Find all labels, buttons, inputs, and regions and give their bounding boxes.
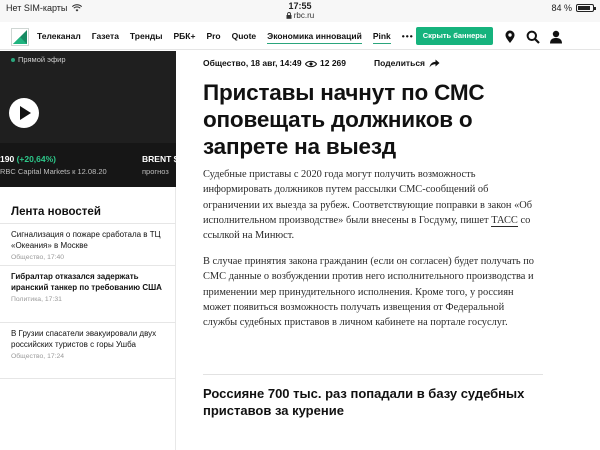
hide-banners-button[interactable]: Скрыть баннеры <box>416 27 493 45</box>
address-url[interactable]: rbc.ru <box>0 11 600 20</box>
nav-links: Телеканал Газета Тренды РБК+ Pro Quote Экономи… <box>37 31 414 44</box>
play-button[interactable] <box>9 98 39 128</box>
news-feed-item-meta: Политика, 17:31 <box>11 296 62 303</box>
related-article-link[interactable]: Россияне 700 тыс. раз попадали в базу су… <box>203 385 543 419</box>
quote2-value: BRENT $ <box>142 154 176 164</box>
search-icon[interactable] <box>526 30 540 44</box>
quote-value: 190 (+20,64%) <box>0 154 56 164</box>
quote1-change: (+20,64%) <box>16 154 57 164</box>
news-feed-item-title[interactable]: В Грузии спасатели эвакуировали двух рос… <box>11 329 165 350</box>
news-feed-title: Лента новостей <box>11 206 101 218</box>
site-navbar: Телеканал Газета Тренды РБК+ Pro Quote Экономи… <box>0 22 600 50</box>
quote1-number: 190 <box>0 154 15 164</box>
left-sidebar: Прямой эфир 190 (+20,64%) RBC Capital Ma… <box>0 51 176 450</box>
view-count-text: 12 269 <box>320 58 346 68</box>
lock-icon <box>286 12 292 19</box>
tass-link[interactable]: ТАСС <box>491 214 518 227</box>
feed-end-divider <box>0 378 176 379</box>
news-feed-list: Сигнализация о пожаре сработала в ТЦ «Ок… <box>0 223 176 379</box>
rbc-logo[interactable] <box>11 28 29 46</box>
location-pin-icon[interactable] <box>503 30 517 44</box>
share-label[interactable]: Поделиться <box>374 58 425 68</box>
url-text[interactable]: rbc.ru <box>294 11 314 20</box>
quote2-source: прогноз <box>142 167 169 176</box>
nav-link-1[interactable]: Газета <box>92 31 119 44</box>
logo-mark-icon <box>13 30 27 44</box>
nav-link-6[interactable]: Экономика инноваций <box>267 31 362 44</box>
view-count: 12 269 <box>305 58 346 68</box>
nav-link-2[interactable]: Тренды <box>130 31 163 44</box>
live-label: Прямой эфир <box>11 55 66 64</box>
battery-percent: 84 % <box>551 3 572 13</box>
news-feed-item[interactable]: В Грузии спасатели эвакуировали двух рос… <box>0 322 176 378</box>
live-video-player[interactable]: Прямой эфир <box>0 51 176 143</box>
eye-icon <box>305 60 317 68</box>
divider <box>203 374 543 375</box>
live-label-text: Прямой эфир <box>18 55 66 64</box>
ios-status-bar: Нет SIM-карты 17:55 rbc.ru 84 % <box>0 0 600 22</box>
article-paragraph-1: Судебные приставы с 2020 года могут полу… <box>203 167 538 243</box>
nav-link-5[interactable]: Quote <box>232 31 257 44</box>
clock: 17:55 <box>288 1 312 11</box>
nav-link-0[interactable]: Телеканал <box>37 31 81 44</box>
news-feed-item[interactable]: Гибралтар отказался задержать иранский т… <box>0 265 176 322</box>
user-icon[interactable] <box>549 30 563 44</box>
nav-link-3[interactable]: РБК+ <box>174 31 196 44</box>
nav-link-7[interactable]: Pink <box>372 31 391 44</box>
article-meta: Общество, 18 авг, 14:49 <box>203 58 302 68</box>
live-dot-icon <box>11 58 15 63</box>
quote1-source: RBC Capital Markets к 12.08.20 <box>0 167 107 176</box>
news-feed-item-title[interactable]: Сигнализация о пожаре сработала в ТЦ «Ок… <box>11 230 165 251</box>
share-arrow-icon <box>429 59 440 68</box>
nav-link-4[interactable]: Pro <box>206 31 220 44</box>
battery-fill <box>578 6 590 10</box>
news-feed-item[interactable]: Сигнализация о пожаре сработала в ТЦ «Ок… <box>0 223 176 265</box>
market-quotes[interactable]: 190 (+20,64%) RBC Capital Markets к 12.0… <box>0 143 176 187</box>
article-paragraph-2: В случае принятия закона гражданин (если… <box>203 256 534 329</box>
battery-icon <box>576 4 596 12</box>
news-feed-item-meta: Общество, 17:40 <box>11 254 65 261</box>
news-feed-item-title[interactable]: Гибралтар отказался задержать иранский т… <box>11 272 165 293</box>
article-headline: Приставы начнут по СМС оповещать должник… <box>203 80 485 159</box>
more-menu-button[interactable]: ••• <box>402 31 414 44</box>
share-button[interactable]: Поделиться <box>374 58 440 68</box>
news-feed-item-meta: Общество, 17:24 <box>11 353 65 360</box>
p1-text-before: Судебные приставы с 2020 года могут полу… <box>203 169 533 226</box>
